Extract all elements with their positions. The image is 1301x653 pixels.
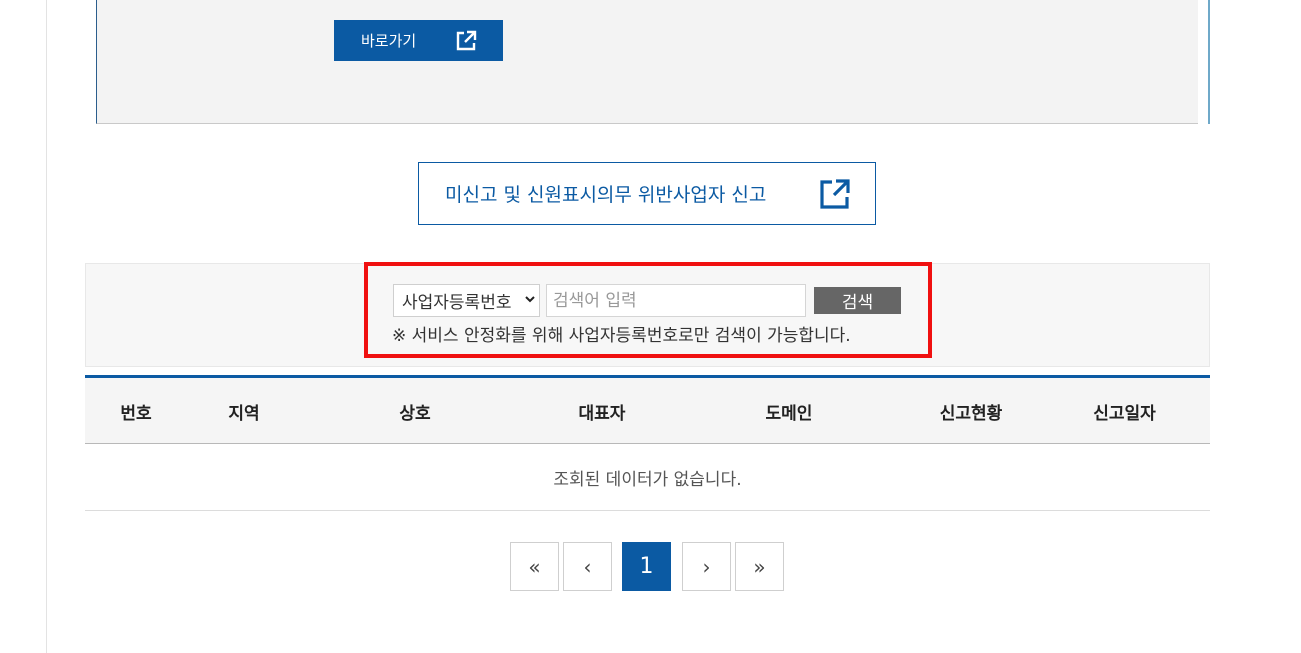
page-button-current[interactable]: 1 <box>622 542 671 591</box>
column-header-domain: 도메인 <box>765 403 813 424</box>
column-header-report-date: 신고일자 <box>1093 403 1156 424</box>
column-header-representative: 대표자 <box>578 403 626 424</box>
table-header: 번호 지역 상호 대표자 도메인 신고현황 신고일자 <box>85 375 1210 444</box>
external-link-icon <box>820 179 850 209</box>
empty-message: 조회된 데이터가 없습니다. <box>553 469 742 490</box>
chevron-right-icon: › <box>702 554 711 579</box>
column-header-number: 번호 <box>120 403 152 424</box>
column-header-company: 상호 <box>399 403 431 424</box>
info-box <box>96 0 1198 124</box>
first-page-button[interactable]: « <box>510 542 559 591</box>
double-chevron-right-icon: » <box>753 554 766 579</box>
table-empty-row: 조회된 데이터가 없습니다. <box>85 444 1210 511</box>
go-button[interactable]: 바로가기 <box>334 20 503 61</box>
column-header-report-status: 신고현황 <box>939 403 1003 424</box>
page: 바로가기 미신고 및 신원표시의무 위반사업자 신고 사업자등록번호 검색 ※ … <box>0 0 1301 653</box>
report-button-label: 미신고 및 신원표시의무 위반사업자 신고 <box>445 184 767 206</box>
last-page-button[interactable]: » <box>735 542 784 591</box>
go-button-label: 바로가기 <box>361 32 417 50</box>
highlight-box <box>364 262 932 358</box>
report-violation-button[interactable]: 미신고 및 신원표시의무 위반사업자 신고 <box>418 162 876 225</box>
page-number: 1 <box>639 554 654 579</box>
prev-page-button[interactable]: ‹ <box>563 542 612 591</box>
double-chevron-left-icon: « <box>528 554 541 579</box>
info-box-edge <box>1208 0 1210 124</box>
column-header-region: 지역 <box>228 403 260 424</box>
chevron-left-icon: ‹ <box>583 554 592 579</box>
external-link-icon <box>456 30 477 51</box>
left-divider <box>46 0 47 653</box>
next-page-button[interactable]: › <box>682 542 731 591</box>
